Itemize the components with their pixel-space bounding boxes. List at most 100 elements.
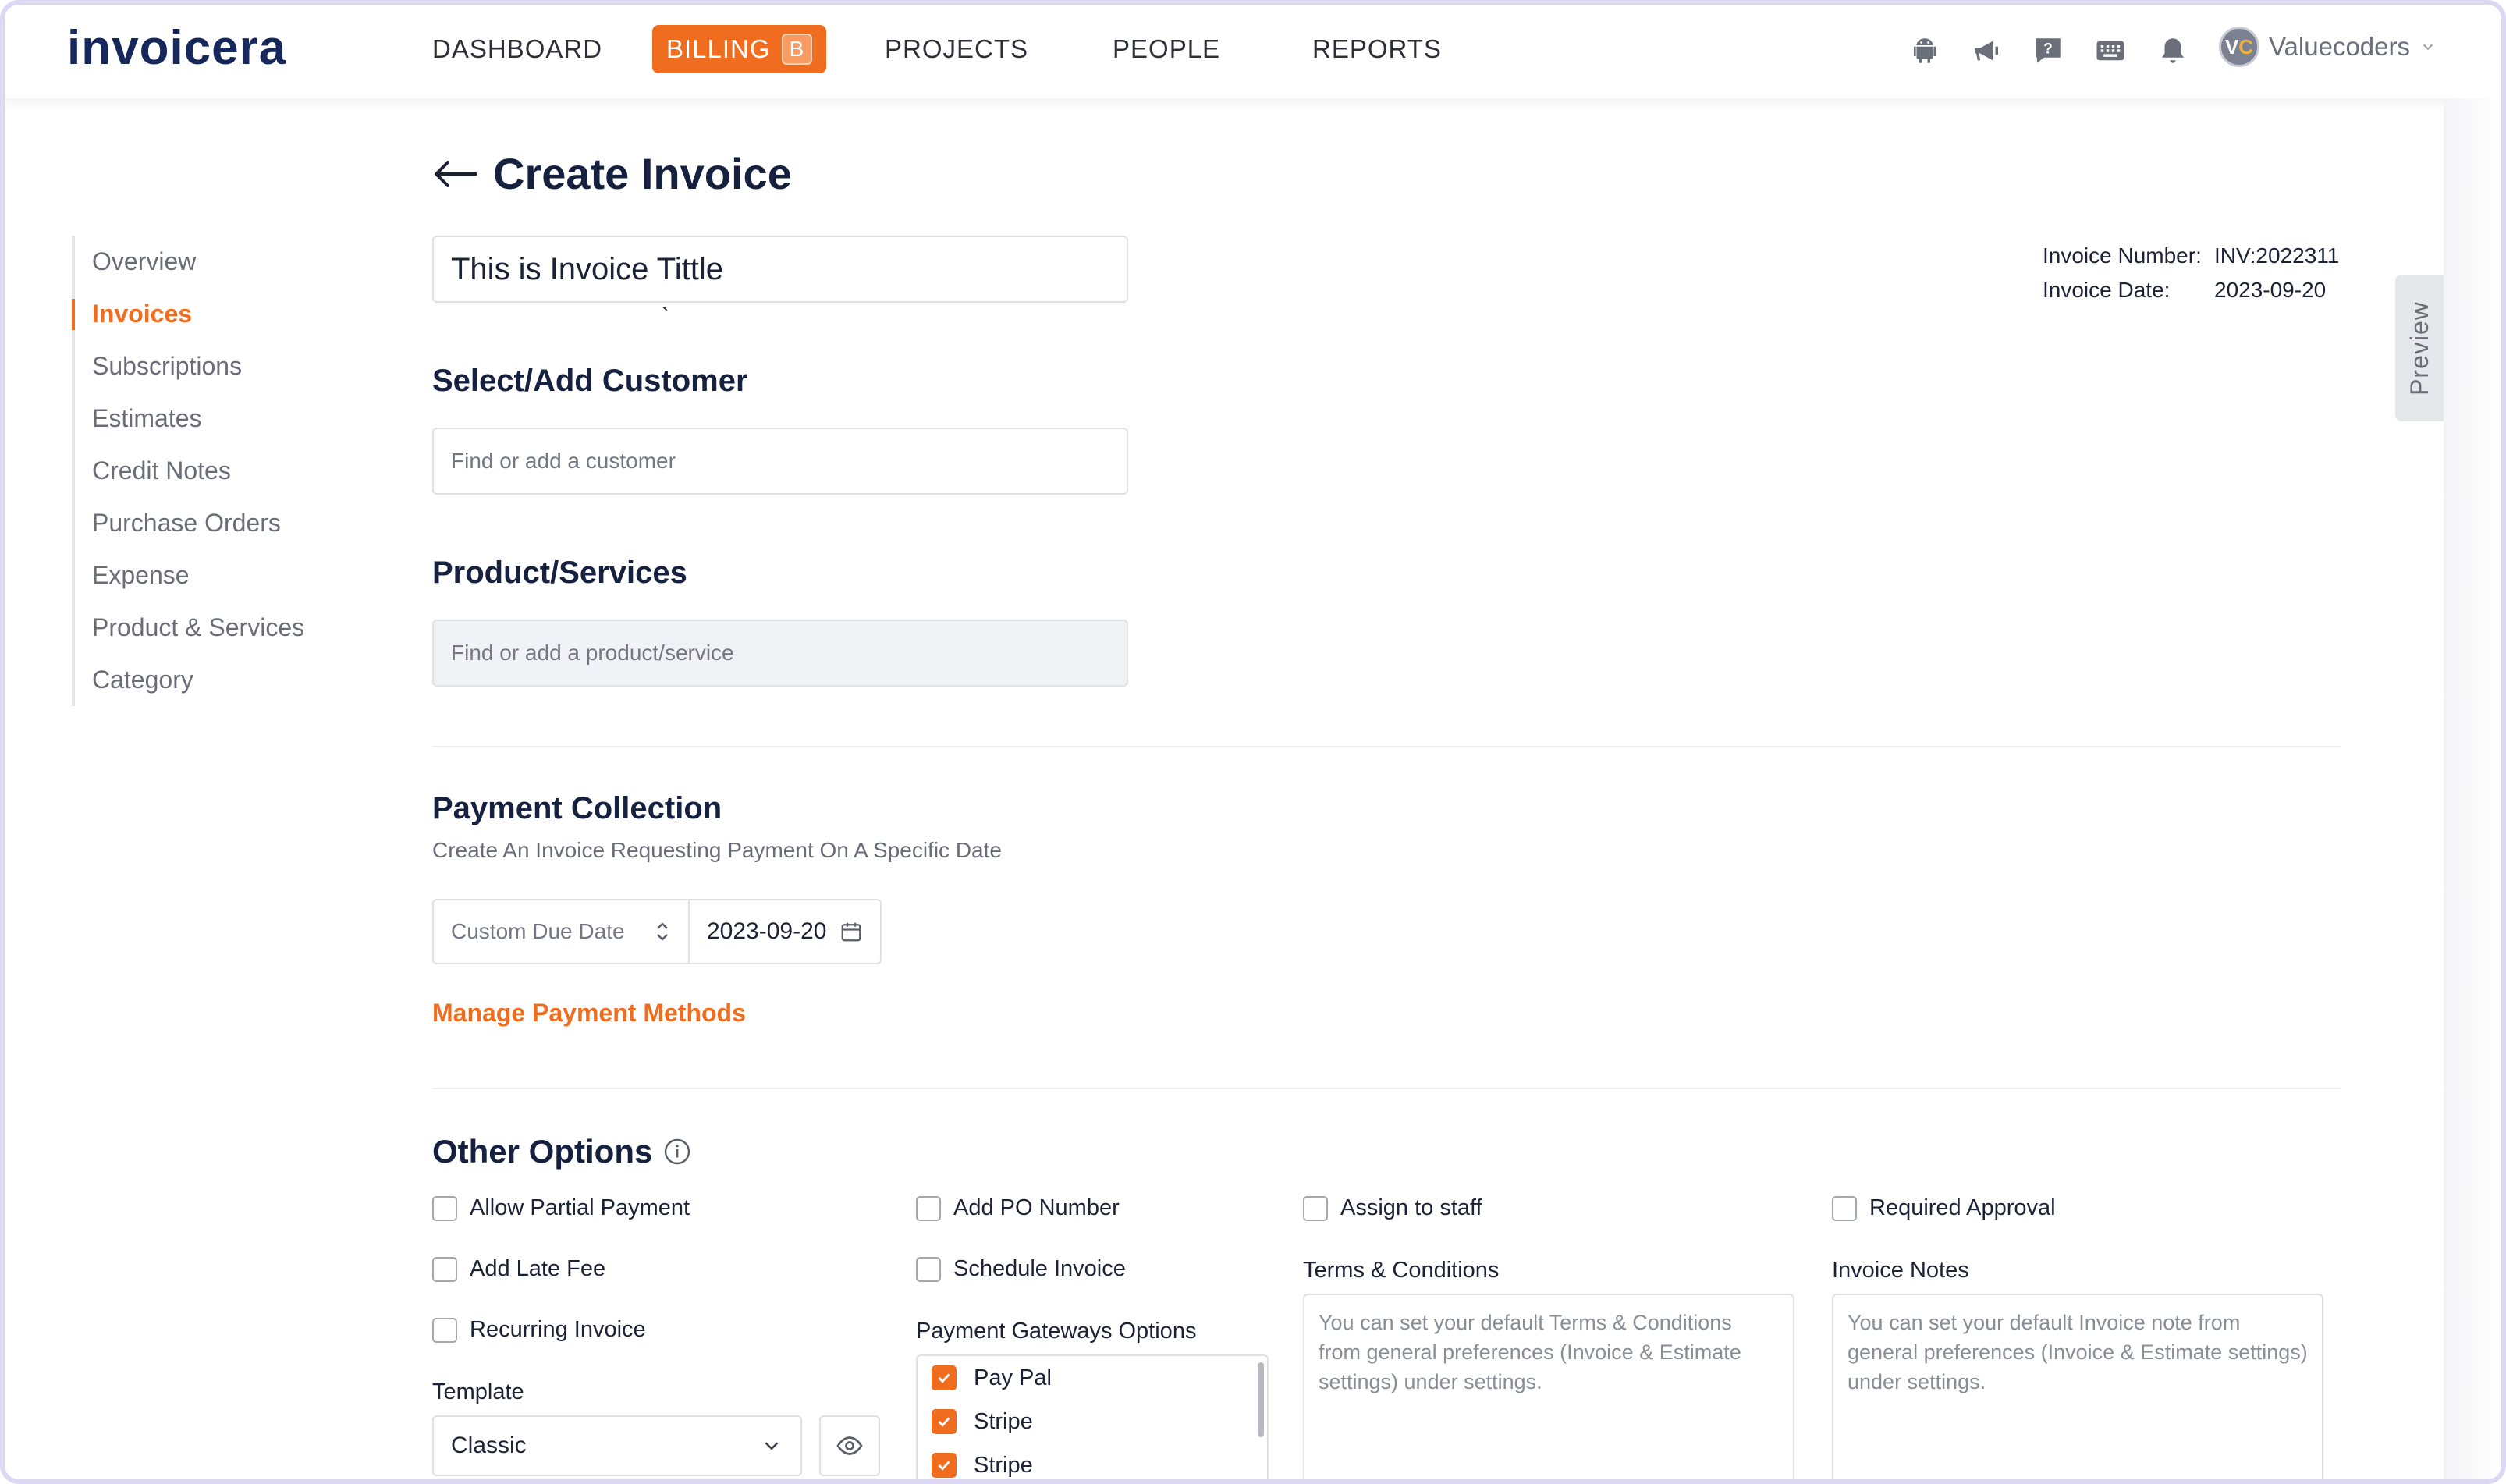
product-heading: Product/Services [432, 556, 687, 590]
other-options-heading: Other Options [432, 1133, 653, 1170]
manage-payment-methods-link[interactable]: Manage Payment Methods [432, 999, 746, 1028]
sidebar-item-expense[interactable]: Expense [75, 549, 337, 602]
checkbox-box[interactable] [932, 1409, 957, 1434]
page-header: Create Invoice [432, 148, 792, 199]
nav-dashboard[interactable]: DASHBOARD [432, 34, 602, 64]
checkbox-box[interactable] [932, 1365, 957, 1390]
sidebar-item-estimates[interactable]: Estimates [75, 392, 337, 445]
checkbox-label: Recurring Invoice [470, 1317, 646, 1342]
nav-projects[interactable]: PROJECTS [885, 34, 1028, 64]
checkmark-icon [938, 1373, 950, 1383]
nav-billing[interactable]: BILLING B [652, 25, 827, 73]
invoice-date-value: 2023-09-20 [2214, 278, 2327, 302]
checkbox-box[interactable] [432, 1256, 457, 1282]
sidebar-item-category[interactable]: Category [75, 654, 337, 706]
allow-partial-payment-checkbox[interactable]: Allow Partial Payment [432, 1195, 690, 1221]
sidebar-item-invoices[interactable]: Invoices [72, 288, 337, 340]
add-late-fee-checkbox[interactable]: Add Late Fee [432, 1256, 605, 1282]
info-icon[interactable] [663, 1138, 691, 1166]
gateway-item-paypal[interactable]: Pay Pal [918, 1356, 1267, 1400]
invoice-meta: Invoice Number: INV:2022311 Invoice Date… [2043, 239, 2339, 307]
help-icon[interactable]: ? [2032, 34, 2064, 67]
checkbox-label: Required Approval [1869, 1195, 2056, 1220]
checkbox-box[interactable] [916, 1256, 941, 1282]
eye-icon [836, 1436, 863, 1455]
other-options-header: Other Options [432, 1133, 691, 1170]
invoice-title-input[interactable]: This is Invoice Tittle [432, 236, 1128, 303]
checkbox-box[interactable] [432, 1195, 457, 1221]
checkbox-box[interactable] [432, 1317, 457, 1343]
gateway-label: Pay Pal [974, 1365, 1052, 1390]
product-search-input[interactable]: Find or add a product/service [432, 620, 1128, 687]
template-value: Classic [451, 1433, 527, 1458]
invoice-number-value: INV:2022311 [2214, 243, 2340, 268]
preview-panel-edge [2444, 98, 2501, 1479]
invoice-notes-textarea[interactable]: You can set your default Invoice note fr… [1832, 1294, 2323, 1479]
preview-tab[interactable]: Preview [2395, 275, 2444, 421]
sidebar-item-credit-notes[interactable]: Credit Notes [75, 445, 337, 497]
section-divider [432, 1088, 2341, 1089]
due-date-group: Custom Due Date 2023-09-20 [432, 899, 882, 964]
gateway-label: Stripe [974, 1408, 1033, 1434]
due-type-value: Custom Due Date [451, 919, 625, 943]
calendar-icon[interactable] [839, 920, 863, 943]
checkmark-icon [938, 1417, 950, 1427]
chevron-down-icon [765, 1442, 779, 1450]
avatar: VC [2219, 27, 2259, 67]
section-divider [432, 746, 2341, 747]
nav-reports[interactable]: REPORTS [1312, 34, 1442, 64]
customer-heading: Select/Add Customer [432, 364, 748, 398]
checkmark-icon [938, 1461, 950, 1471]
checkbox-label: Schedule Invoice [953, 1256, 1126, 1281]
due-date-value: 2023-09-20 [707, 918, 827, 944]
schedule-invoice-checkbox[interactable]: Schedule Invoice [916, 1256, 1126, 1282]
invoice-date-label: Invoice Date: [2043, 278, 2171, 302]
checkbox-label: Allow Partial Payment [470, 1195, 690, 1220]
payment-gateways-list[interactable]: Pay Pal Stripe Stripe [916, 1354, 1269, 1479]
sidebar-item-product-services[interactable]: Product & Services [75, 602, 337, 654]
top-navbar: invoicera DASHBOARD BILLING B PROJECTS P… [5, 5, 2501, 98]
due-date-input[interactable]: 2023-09-20 [690, 900, 880, 963]
list-scrollbar[interactable] [1258, 1362, 1264, 1437]
customer-search-input[interactable]: Find or add a customer [432, 428, 1128, 495]
checkbox-box[interactable] [916, 1195, 941, 1221]
payment-gateways-label: Payment Gateways Options [916, 1319, 1197, 1344]
account-menu[interactable]: VC Valuecoders [2219, 27, 2437, 67]
preview-tab-label: Preview [2405, 300, 2433, 396]
gateway-item-stripe[interactable]: Stripe [918, 1443, 1267, 1479]
updown-chevron-icon [657, 922, 668, 941]
checkbox-box[interactable] [1303, 1195, 1328, 1221]
chevron-down-icon [2423, 44, 2433, 51]
due-type-select[interactable]: Custom Due Date [434, 900, 690, 963]
gateway-label: Stripe [974, 1452, 1033, 1478]
recurring-invoice-checkbox[interactable]: Recurring Invoice [432, 1317, 646, 1343]
megaphone-icon[interactable] [1971, 34, 2004, 67]
assign-to-staff-checkbox[interactable]: Assign to staff [1303, 1195, 1482, 1221]
bell-icon[interactable] [2156, 34, 2189, 67]
add-po-number-checkbox[interactable]: Add PO Number [916, 1195, 1120, 1221]
sidebar-item-overview[interactable]: Overview [75, 236, 337, 288]
sidebar-item-purchase-orders[interactable]: Purchase Orders [75, 497, 337, 549]
account-name: Valuecoders [2269, 32, 2411, 61]
payment-heading: Payment Collection [432, 791, 722, 825]
checkbox-label: Add Late Fee [470, 1256, 606, 1281]
nav-people[interactable]: PEOPLE [1113, 34, 1220, 64]
checkbox-box[interactable] [1832, 1195, 1857, 1221]
back-arrow-icon[interactable] [432, 158, 479, 190]
checkbox-box[interactable] [932, 1453, 957, 1478]
preview-template-button[interactable] [819, 1415, 880, 1476]
invoice-number-label: Invoice Number: [2043, 243, 2202, 268]
app-logo[interactable]: invoicera [67, 20, 286, 76]
app-window: invoicera DASHBOARD BILLING B PROJECTS P… [0, 0, 2506, 1484]
keyboard-icon[interactable] [2094, 34, 2127, 67]
invoice-notes-label: Invoice Notes [1832, 1258, 1969, 1283]
template-select[interactable]: Classic [432, 1415, 802, 1476]
terms-textarea[interactable]: You can set your default Terms & Conditi… [1303, 1294, 1794, 1479]
sidebar-item-subscriptions[interactable]: Subscriptions [75, 340, 337, 392]
checkbox-label: Assign to staff [1340, 1195, 1482, 1220]
android-icon[interactable] [1908, 34, 1941, 67]
required-approval-checkbox[interactable]: Required Approval [1832, 1195, 2056, 1221]
nav-billing-label: BILLING [666, 34, 771, 63]
gateway-item-stripe[interactable]: Stripe [918, 1400, 1267, 1443]
checkbox-label: Add PO Number [953, 1195, 1120, 1220]
